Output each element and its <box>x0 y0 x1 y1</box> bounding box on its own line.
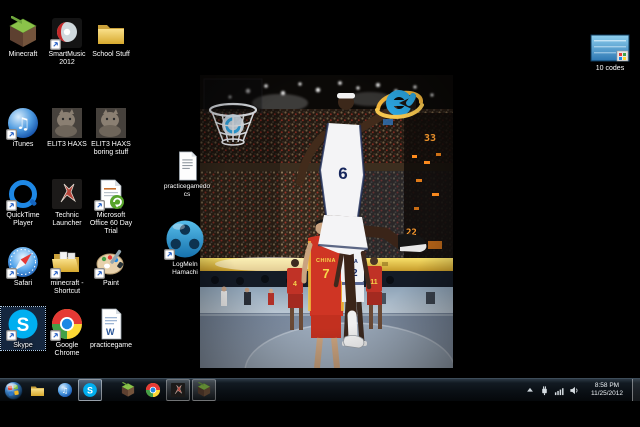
icon-label: ELIT3 HAXS <box>45 141 89 149</box>
speaker-icon <box>569 385 580 396</box>
desktop-icon-elit3-haxs-boring-stuff[interactable]: ELIT3 HAXS boring stuff <box>89 106 133 157</box>
shortcut-arrow-icon <box>50 268 61 279</box>
icon-label: ELIT3 HAXS boring stuff <box>89 141 133 157</box>
desktop-icon-paint[interactable]: Paint <box>89 245 133 288</box>
desktop-icon-practicegamedocs[interactable]: practicegamedocs <box>163 150 211 199</box>
windows-start-orb-icon <box>4 381 23 400</box>
desktop-icon-minecraft[interactable]: Minecraft <box>1 16 45 59</box>
minecraft-icon <box>120 382 136 398</box>
desktop-icon-google-chrome[interactable]: Google Chrome <box>45 307 89 358</box>
desktop-icon-skype[interactable]: Skype <box>1 307 45 350</box>
screenshot-picture-icon <box>590 34 630 64</box>
clock[interactable]: 8:58 PM 11/25/2012 <box>585 382 629 398</box>
minecraft-icon <box>6 16 40 50</box>
icon-label: Microsoft Office 60 Day Trial <box>89 212 133 236</box>
desktop-icon-practicegame[interactable]: practicegame <box>89 307 133 350</box>
text-document-icon <box>171 150 203 182</box>
basketball-ie-meme-scene: 33 22 <box>200 75 453 368</box>
chrome-icon <box>145 382 161 398</box>
shortcut-arrow-icon <box>164 249 175 260</box>
chevron-up-icon <box>525 385 535 395</box>
icon-label: Safari <box>1 280 45 288</box>
icon-label: practicegamedocs <box>163 183 211 199</box>
desktop-icon-office-trial[interactable]: Microsoft Office 60 Day Trial <box>89 177 133 236</box>
network-bars-icon <box>554 385 565 396</box>
paint-icon <box>94 245 128 279</box>
icon-label: iTunes <box>1 141 45 149</box>
skype-icon <box>82 382 98 398</box>
quicktime-icon <box>6 177 40 211</box>
desktop-icon-technic-launcher[interactable]: Technic Launcher <box>45 177 89 228</box>
desktop-icon-school-stuff[interactable]: School Stuff <box>89 16 133 59</box>
shortcut-arrow-icon <box>94 200 105 211</box>
folder-icon <box>94 16 128 50</box>
icon-label: Paint <box>89 280 133 288</box>
taskbar-item-google-chrome[interactable] <box>142 380 164 400</box>
desktop-icon-itunes[interactable]: iTunes <box>1 106 45 149</box>
taskbar-item-itunes[interactable] <box>54 380 76 400</box>
shortcut-arrow-icon <box>50 39 61 50</box>
tray-network-icon[interactable] <box>553 382 566 398</box>
skype-icon <box>6 307 40 341</box>
tray-volume-icon[interactable] <box>568 382 581 398</box>
icon-label: minecraft - Shortcut <box>45 280 89 296</box>
desktop-icon-10-codes[interactable]: 10 codes <box>586 34 634 73</box>
system-tray: 8:58 PM 11/25/2012 <box>522 379 640 401</box>
icon-label: Technic Launcher <box>45 212 89 228</box>
itunes-icon <box>57 382 73 398</box>
shortcut-arrow-icon <box>94 268 105 279</box>
technic-launcher-icon <box>170 382 186 398</box>
taskbar-item-minecraft[interactable] <box>117 380 139 400</box>
shortcut-arrow-icon <box>6 330 17 341</box>
icon-label: QuickTime Player <box>1 212 45 228</box>
show-hidden-icons-button[interactable] <box>523 382 536 398</box>
icon-label: Minecraft <box>1 51 45 59</box>
start-button[interactable] <box>2 380 24 400</box>
word-document-icon <box>94 307 128 341</box>
tray-power-icon[interactable] <box>538 382 551 398</box>
taskbar-item-skype[interactable] <box>78 379 102 401</box>
taskbar-item-windows-explorer[interactable] <box>26 380 48 400</box>
icon-label: 10 codes <box>586 65 634 73</box>
cat-picture-icon <box>94 106 128 140</box>
shortcut-arrow-icon <box>6 268 17 279</box>
icon-label: SmartMusic 2012 <box>45 51 89 67</box>
explorer-folder-icon <box>29 382 46 399</box>
chrome-icon <box>50 307 84 341</box>
open-folder-icon <box>50 245 84 279</box>
technic-launcher-icon <box>50 177 84 211</box>
shortcut-arrow-icon <box>50 330 61 341</box>
icon-label: Google Chrome <box>45 342 89 358</box>
itunes-icon <box>6 106 40 140</box>
icon-label: LogMeIn Hamachi <box>160 261 210 277</box>
minecraft-icon <box>196 382 212 398</box>
desktop-icon-smartmusic[interactable]: SmartMusic 2012 <box>45 16 89 67</box>
power-plug-icon <box>539 385 550 396</box>
desktop-icon-elit3-haxs[interactable]: ELIT3 HAXS <box>45 106 89 149</box>
cat-picture-icon <box>50 106 84 140</box>
icon-label: practicegame <box>89 342 133 350</box>
taskbar-item-minecraft-game[interactable] <box>192 379 216 401</box>
desktop-icon-safari[interactable]: Safari <box>1 245 45 288</box>
hamachi-icon <box>164 218 206 260</box>
safari-icon <box>6 245 40 279</box>
smartmusic-icon <box>50 16 84 50</box>
desktop-icon-logmein-hamachi[interactable]: LogMeIn Hamachi <box>160 218 210 277</box>
wallpaper-image: 33 22 <box>200 75 453 368</box>
icon-label: Skype <box>1 342 45 350</box>
office-installer-icon <box>94 177 128 211</box>
taskbar: 8:58 PM 11/25/2012 <box>0 378 640 401</box>
taskbar-item-technic-launcher[interactable] <box>166 379 190 401</box>
clock-date: 11/25/2012 <box>585 390 629 398</box>
shortcut-arrow-icon <box>6 129 17 140</box>
clock-time: 8:58 PM <box>585 382 629 390</box>
desktop-icon-quicktime[interactable]: QuickTime Player <box>1 177 45 228</box>
show-desktop-button[interactable] <box>632 379 640 401</box>
desktop: 33 22 <box>0 0 640 427</box>
icon-label: School Stuff <box>89 51 133 59</box>
shortcut-arrow-icon <box>6 200 17 211</box>
desktop-icon-minecraft-shortcut-folder[interactable]: minecraft - Shortcut <box>45 245 89 296</box>
